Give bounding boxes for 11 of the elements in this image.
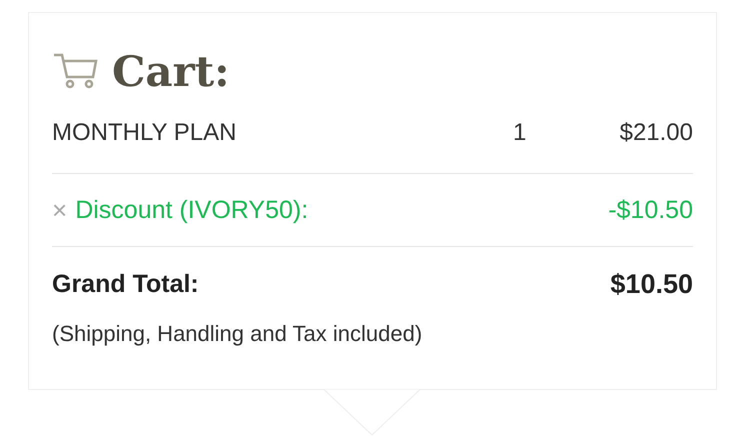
cart-title: Cart: bbox=[112, 46, 230, 96]
discount-label: Discount (IVORY50): bbox=[75, 196, 310, 224]
item-quantity: 1 bbox=[513, 119, 528, 147]
remove-discount-button[interactable]: × bbox=[52, 194, 68, 226]
item-name: MONTHLY PLAN bbox=[52, 119, 238, 147]
grand-total-amount: $10.50 bbox=[610, 268, 693, 300]
item-price: $21.00 bbox=[618, 119, 693, 147]
cart-icon bbox=[52, 53, 98, 89]
total-note: (Shipping, Handling and Tax included) bbox=[52, 321, 422, 346]
grand-total-label: Grand Total: bbox=[52, 270, 200, 298]
discount-amount: -$10.50 bbox=[608, 196, 693, 224]
